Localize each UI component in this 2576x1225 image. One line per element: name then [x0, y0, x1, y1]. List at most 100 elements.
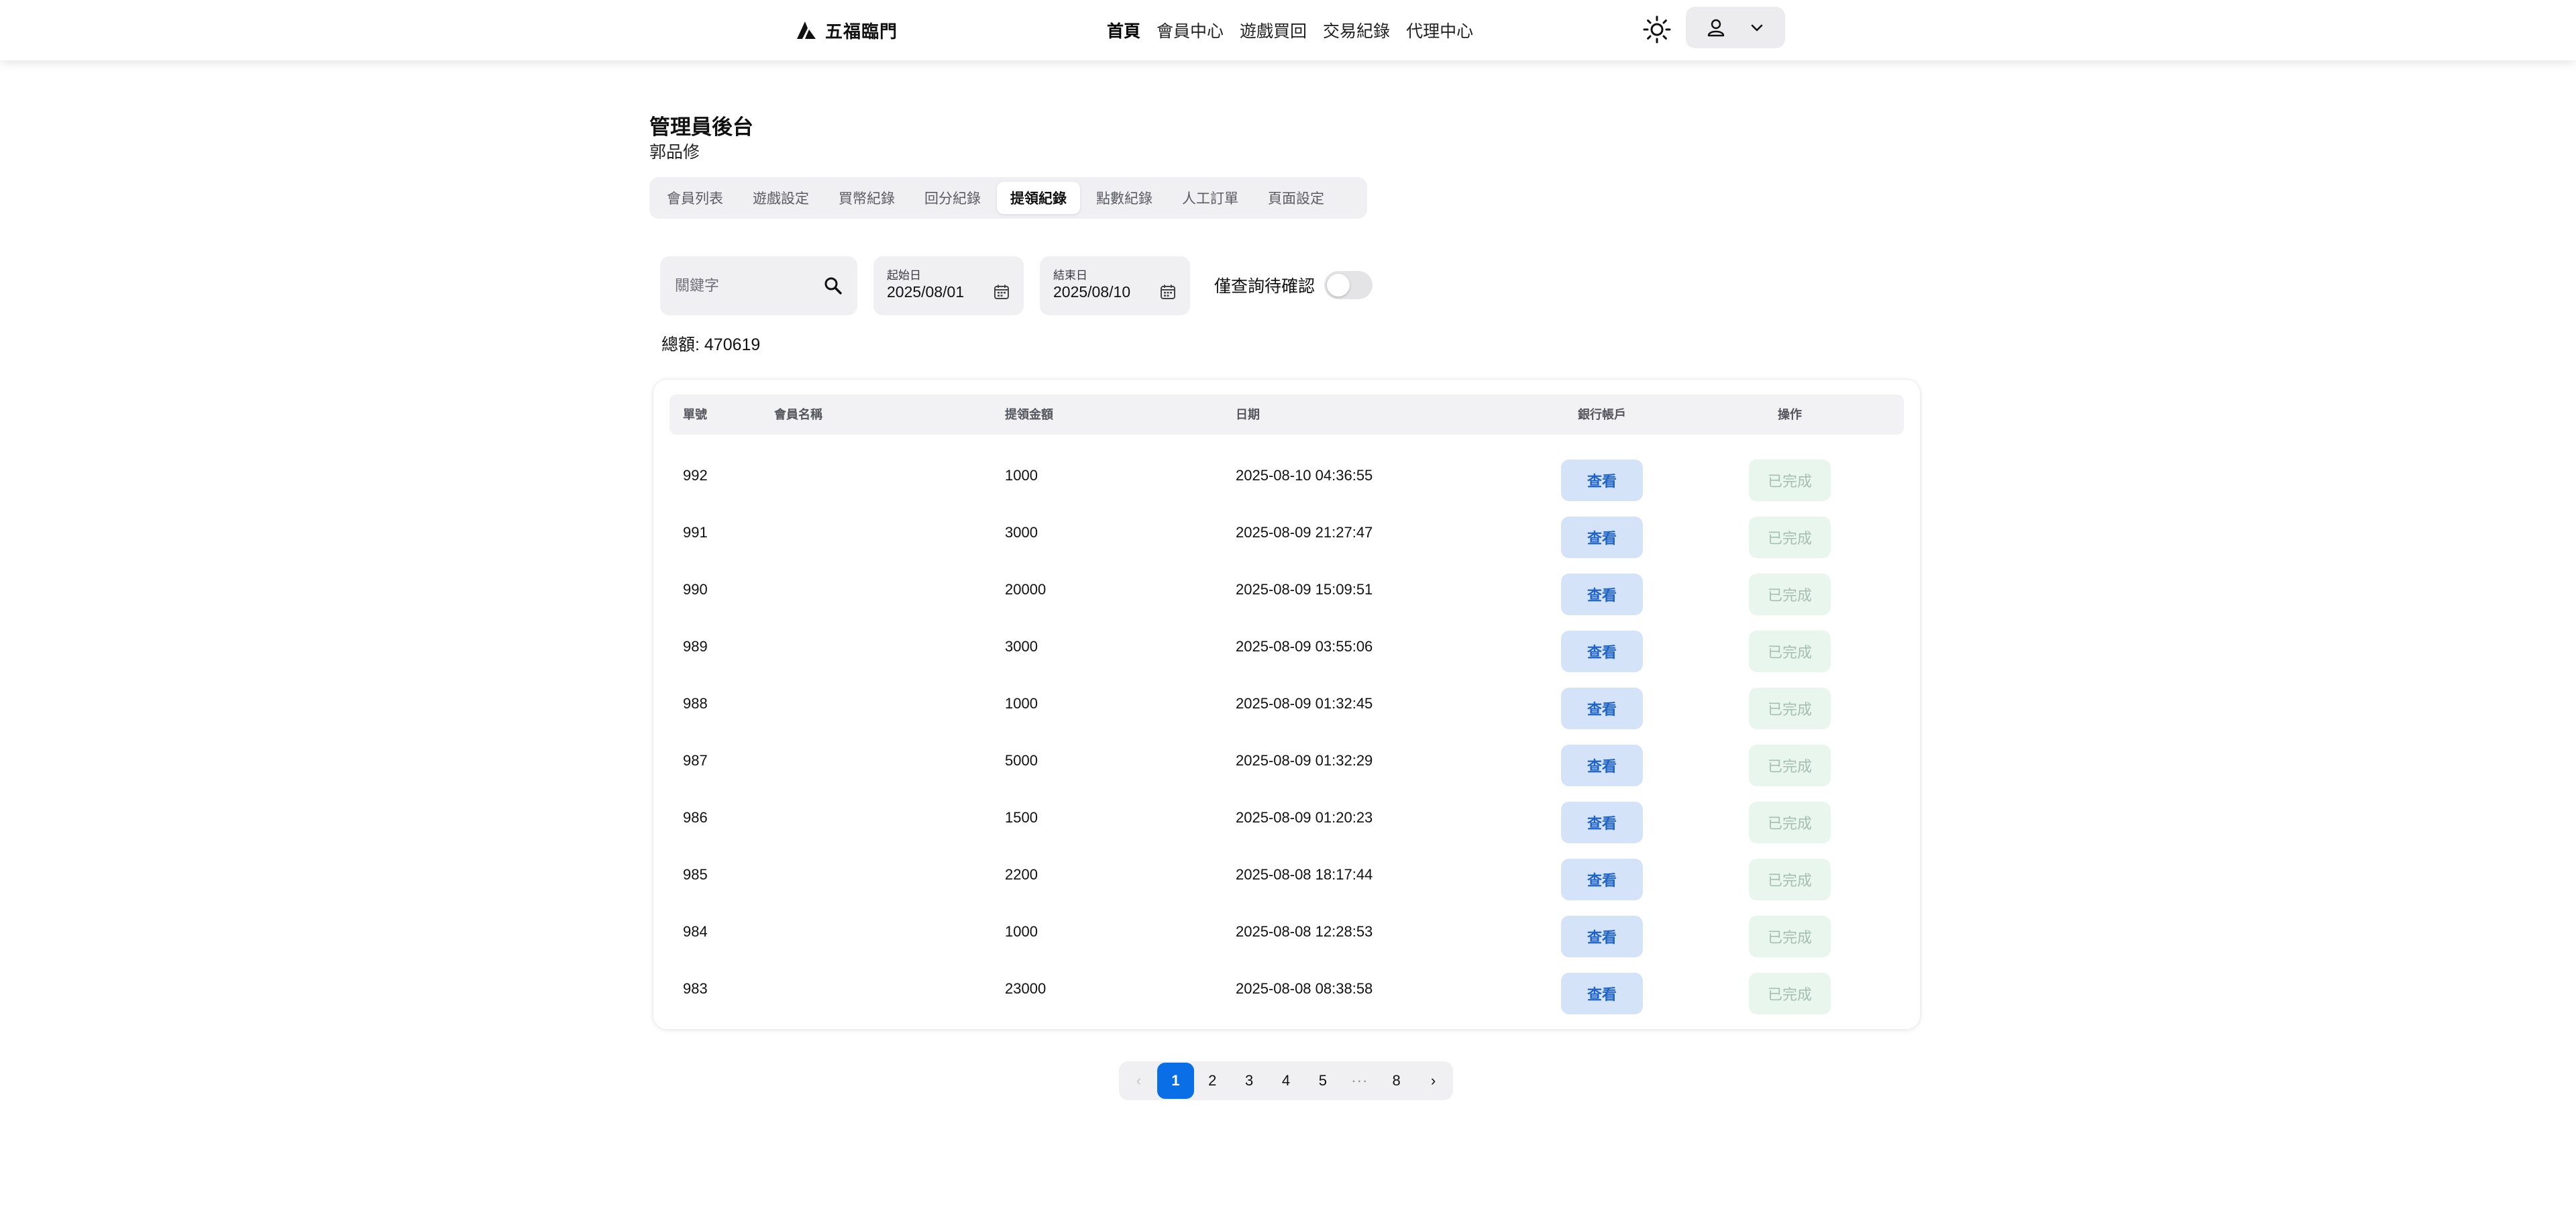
view-bank-account-button[interactable]: 查看: [1561, 517, 1643, 558]
tab-1[interactable]: 會員列表: [653, 182, 737, 214]
prev-page-button[interactable]: ‹: [1120, 1063, 1157, 1099]
date-cell: 2025-08-10 04:36:55: [1236, 467, 1373, 484]
nav-item-1[interactable]: 首頁: [1107, 18, 1140, 42]
completed-status-button: 已完成: [1749, 631, 1831, 672]
view-bank-account-button[interactable]: 查看: [1561, 631, 1643, 672]
pagination: ‹ 1 2 3 4 5 ··· 8 ›: [1119, 1061, 1453, 1100]
date-cell: 2025-08-09 21:27:47: [1236, 524, 1373, 541]
table-row: 989 3000 2025-08-09 03:55:06 查看 已完成: [669, 618, 1904, 675]
amount-cell: 3000: [1005, 524, 1038, 541]
theme-toggle-button[interactable]: [1640, 12, 1674, 47]
user-icon: [1707, 19, 1725, 37]
completed-status-button: 已完成: [1749, 802, 1831, 843]
completed-status-button: 已完成: [1749, 460, 1831, 501]
completed-status-button: 已完成: [1749, 745, 1831, 786]
completed-status-button: 已完成: [1749, 859, 1831, 900]
table-row: 990 20000 2025-08-09 15:09:51 查看 已完成: [669, 561, 1904, 618]
page-3-button[interactable]: 3: [1231, 1063, 1268, 1099]
completed-status-button: 已完成: [1749, 517, 1831, 558]
order-id-cell: 992: [683, 467, 708, 484]
amount-cell: 1000: [1005, 695, 1038, 712]
nav-item-4[interactable]: 交易紀錄: [1323, 18, 1390, 42]
table-row: 986 1500 2025-08-09 01:20:23 查看 已完成: [669, 789, 1904, 846]
total-amount: 總額: 470619: [661, 335, 761, 354]
main-nav: 首頁 會員中心 遊戲買回 交易紀錄 代理中心: [1107, 16, 1473, 44]
sun-icon: [1643, 15, 1671, 44]
table-header: 單號 會員名稱 提領金額 日期 銀行帳戶 操作: [669, 394, 1904, 435]
order-id-cell: 990: [683, 581, 708, 598]
end-date-value[interactable]: 2025/08/10: [1053, 283, 1130, 301]
order-id-cell: 984: [683, 923, 708, 940]
table-row: 991 3000 2025-08-09 21:27:47 查看 已完成: [669, 504, 1904, 561]
view-bank-account-button[interactable]: 查看: [1561, 859, 1643, 900]
order-id-cell: 989: [683, 638, 708, 655]
view-bank-account-button[interactable]: 查看: [1561, 916, 1643, 957]
admin-user-name: 郭品修: [649, 143, 700, 162]
date-cell: 2025-08-09 01:32:29: [1236, 752, 1373, 769]
admin-tabs: 會員列表 遊戲設定 買幣紀錄 回分紀錄 提領紀錄 點數紀錄 人工訂單 頁面設定: [649, 177, 1367, 219]
pagination-ellipsis: ···: [1351, 1072, 1368, 1089]
date-cell: 2025-08-09 01:32:45: [1236, 695, 1373, 712]
tab-7[interactable]: 人工訂單: [1169, 182, 1252, 214]
view-bank-account-button[interactable]: 查看: [1561, 745, 1643, 786]
amount-cell: 23000: [1005, 980, 1046, 997]
tab-4[interactable]: 回分紀錄: [911, 182, 994, 214]
view-bank-account-button[interactable]: 查看: [1561, 802, 1643, 843]
amount-cell: 2200: [1005, 866, 1038, 883]
date-cell: 2025-08-09 01:20:23: [1236, 809, 1373, 826]
order-id-cell: 991: [683, 524, 708, 541]
order-id-cell: 988: [683, 695, 708, 712]
page-8-button[interactable]: 8: [1378, 1063, 1415, 1099]
search-icon[interactable]: [822, 275, 844, 297]
date-cell: 2025-08-09 03:55:06: [1236, 638, 1373, 655]
page-1-button[interactable]: 1: [1157, 1063, 1194, 1099]
date-cell: 2025-08-08 12:28:53: [1236, 923, 1373, 940]
date-cell: 2025-08-09 15:09:51: [1236, 581, 1373, 598]
amount-cell: 1000: [1005, 923, 1038, 940]
pending-only-filter: 僅查詢待確認: [1214, 270, 1373, 301]
amount-cell: 5000: [1005, 752, 1038, 769]
completed-status-button: 已完成: [1749, 973, 1831, 1014]
next-page-button[interactable]: ›: [1415, 1063, 1452, 1099]
pending-only-toggle[interactable]: [1324, 271, 1373, 299]
order-id-cell: 987: [683, 752, 708, 769]
table-row: 985 2200 2025-08-08 18:17:44 查看 已完成: [669, 846, 1904, 903]
nav-item-3[interactable]: 遊戲買回: [1240, 18, 1307, 42]
user-menu-button[interactable]: [1686, 7, 1785, 48]
view-bank-account-button[interactable]: 查看: [1561, 688, 1643, 729]
brand[interactable]: 五福臨門: [796, 16, 898, 44]
tab-8[interactable]: 頁面設定: [1254, 182, 1338, 214]
view-bank-account-button[interactable]: 查看: [1561, 460, 1643, 501]
tab-6[interactable]: 點數紀錄: [1083, 182, 1166, 214]
amount-cell: 1000: [1005, 467, 1038, 484]
start-date-label: 起始日: [887, 269, 921, 282]
amount-cell: 1500: [1005, 809, 1038, 826]
pending-only-label: 僅查詢待確認: [1214, 277, 1316, 296]
column-header-amount: 提領金額: [1005, 408, 1053, 421]
calendar-icon[interactable]: [1159, 283, 1177, 301]
completed-status-button: 已完成: [1749, 916, 1831, 957]
column-header-action: 操作: [1778, 408, 1802, 421]
tab-3[interactable]: 買幣紀錄: [825, 182, 908, 214]
keyword-search-input[interactable]: [675, 274, 816, 298]
completed-status-button: 已完成: [1749, 688, 1831, 729]
start-date-picker[interactable]: 起始日 2025/08/01: [873, 256, 1024, 315]
amount-cell: 3000: [1005, 638, 1038, 655]
nav-item-5[interactable]: 代理中心: [1406, 18, 1473, 42]
page-title: 管理員後台: [649, 115, 753, 139]
nav-item-2[interactable]: 會員中心: [1157, 18, 1224, 42]
amount-cell: 20000: [1005, 581, 1046, 598]
calendar-icon[interactable]: [993, 283, 1010, 301]
column-header-date: 日期: [1236, 408, 1260, 421]
view-bank-account-button[interactable]: 查看: [1561, 973, 1643, 1014]
start-date-value[interactable]: 2025/08/01: [887, 283, 964, 301]
end-date-picker[interactable]: 結束日 2025/08/10: [1040, 256, 1190, 315]
table-row: 987 5000 2025-08-09 01:32:29 查看 已完成: [669, 732, 1904, 789]
page-5-button[interactable]: 5: [1304, 1063, 1341, 1099]
page-2-button[interactable]: 2: [1194, 1063, 1231, 1099]
tab-5[interactable]: 提領紀錄: [997, 182, 1080, 214]
tab-2[interactable]: 遊戲設定: [739, 182, 822, 214]
view-bank-account-button[interactable]: 查看: [1561, 574, 1643, 615]
page-4-button[interactable]: 4: [1268, 1063, 1305, 1099]
date-cell: 2025-08-08 08:38:58: [1236, 980, 1373, 997]
